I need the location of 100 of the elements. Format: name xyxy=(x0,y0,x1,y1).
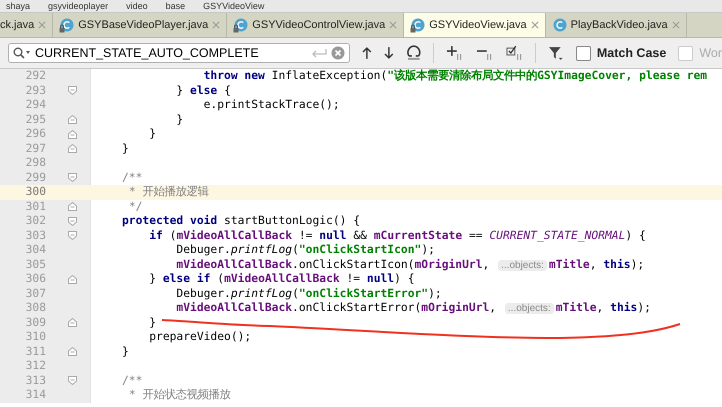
fold-end-icon[interactable] xyxy=(68,144,77,154)
keyword-text: this xyxy=(610,301,638,314)
string-literal: "该版本需要清除布局文件中的GSYImageCover, please rem xyxy=(387,69,708,82)
file-tab[interactable]: PlayBackVideo.java xyxy=(546,13,687,37)
checkbox[interactable] xyxy=(576,46,591,60)
code-text: ) { xyxy=(394,272,415,285)
search-field[interactable]: CURRENT_STATE_AUTO_COMPLETE xyxy=(8,43,350,63)
checkbox-option[interactable]: Match Case xyxy=(576,46,666,60)
code-text: } xyxy=(149,127,156,140)
keyword-text: this xyxy=(603,258,631,270)
close-icon[interactable] xyxy=(530,21,539,29)
code-text: } xyxy=(176,112,184,126)
close-icon[interactable] xyxy=(38,21,46,29)
arrow-up-icon[interactable] xyxy=(362,46,372,60)
fold-end-icon[interactable] xyxy=(68,202,77,212)
fold-marker-icon[interactable] xyxy=(68,376,77,386)
select-all-occurrences-icon[interactable] xyxy=(506,45,524,61)
keyword-text: if xyxy=(149,228,164,242)
code-text: startButtonLogic() { xyxy=(224,214,360,227)
breadcrumb-item[interactable]: video xyxy=(126,0,148,12)
fold-end-icon[interactable] xyxy=(68,130,77,139)
line-number: 306 xyxy=(24,272,47,286)
code-text: { xyxy=(224,84,231,96)
close-icon[interactable] xyxy=(389,21,398,29)
code-text: ( xyxy=(170,228,176,242)
keyword-text: protected void xyxy=(122,214,218,227)
line-number: 314 xyxy=(24,388,47,402)
code-text: .onClickStartIcon( xyxy=(292,258,414,270)
close-icon[interactable] xyxy=(672,21,680,29)
code-text: && xyxy=(353,228,368,242)
field-name: mVideoAllCallBack xyxy=(224,272,340,285)
line-number: 310 xyxy=(24,330,47,344)
code-text: , xyxy=(590,258,598,270)
string-literal: "onClickStartError" xyxy=(298,286,428,300)
line-number: 294 xyxy=(24,98,47,112)
code-text: Debuger. xyxy=(176,243,231,256)
code-text: InflateException( xyxy=(272,69,388,82)
keyword-text: throw new xyxy=(204,69,266,82)
line-number: 293 xyxy=(24,84,47,98)
code-comment: * 开始播放逻辑 xyxy=(128,185,208,198)
fold-marker-icon[interactable] xyxy=(68,231,77,240)
breadcrumb-item[interactable]: shaya xyxy=(6,0,30,12)
code-text: ( xyxy=(292,286,299,300)
code-text: , xyxy=(489,301,498,314)
fold-end-icon[interactable] xyxy=(68,347,77,356)
keyword-text: else xyxy=(190,84,218,96)
line-number: 309 xyxy=(24,316,47,330)
field-name: mVideoAllCallBack xyxy=(176,228,292,242)
field-name: mVideoAllCallBack xyxy=(176,258,292,270)
code-text: , xyxy=(596,301,604,314)
file-tab[interactable]: GSYVideoView.java xyxy=(404,13,546,37)
fold-marker-icon[interactable] xyxy=(68,173,77,182)
string-literal: "onClickStartIcon" xyxy=(298,243,422,256)
code-text: == xyxy=(468,228,484,242)
fold-end-icon[interactable] xyxy=(68,115,77,124)
code-text: ); xyxy=(421,243,435,256)
code-text: ( xyxy=(217,272,224,285)
field-name: mTitle xyxy=(548,258,590,270)
line-number: 292 xyxy=(24,69,47,84)
code-text: } xyxy=(149,316,156,328)
breadcrumb-item[interactable]: gsyvideoplayer xyxy=(48,0,108,12)
find-all-icon[interactable] xyxy=(406,45,422,61)
close-icon[interactable] xyxy=(212,21,220,29)
code-comment: */ xyxy=(128,200,142,212)
breadcrumb-item[interactable]: GSYVideoView xyxy=(203,0,264,12)
line-number: 295 xyxy=(24,112,47,127)
code-text: } xyxy=(122,344,129,358)
fold-end-icon[interactable] xyxy=(68,274,77,284)
fold-end-icon[interactable] xyxy=(68,318,77,328)
code-text: != xyxy=(346,272,362,285)
method-name: printfLog xyxy=(230,243,292,256)
keyword-text: else if xyxy=(162,272,212,285)
line-number: 312 xyxy=(24,359,47,374)
arrow-down-icon[interactable] xyxy=(384,46,394,60)
line-number: 304 xyxy=(24,243,47,258)
keyword-text: null xyxy=(366,272,394,285)
fold-marker-icon[interactable] xyxy=(68,86,77,96)
code-text: } xyxy=(122,142,129,154)
parameter-hint: ...objects: xyxy=(504,303,554,314)
clear-icon[interactable] xyxy=(331,46,346,60)
line-number: 313 xyxy=(24,374,47,388)
code-text: ) { xyxy=(625,228,646,242)
parameter-hint: ...objects: xyxy=(498,260,547,270)
code-text: e.printStackTrace(); xyxy=(204,98,340,111)
line-number: 311 xyxy=(24,344,47,359)
line-number: 298 xyxy=(24,156,47,170)
code-comment: /** xyxy=(122,170,142,184)
field-name: mVideoAllCallBack xyxy=(176,301,292,314)
line-number: 303 xyxy=(24,228,47,243)
file-tab[interactable]: GSYBaseVideoPlayer.java xyxy=(53,13,228,37)
code-text: } xyxy=(176,84,184,96)
breadcrumb-item[interactable]: base xyxy=(166,0,186,12)
line-number: 300 xyxy=(24,185,47,200)
method-name: printfLog xyxy=(230,286,292,300)
filter-icon[interactable] xyxy=(548,45,564,61)
file-tab[interactable]: ck.java xyxy=(0,13,54,37)
fold-marker-icon[interactable] xyxy=(68,216,77,226)
line-number: 305 xyxy=(24,258,47,272)
code-comment: /** xyxy=(122,374,142,386)
field-name: mTitle xyxy=(556,301,597,314)
